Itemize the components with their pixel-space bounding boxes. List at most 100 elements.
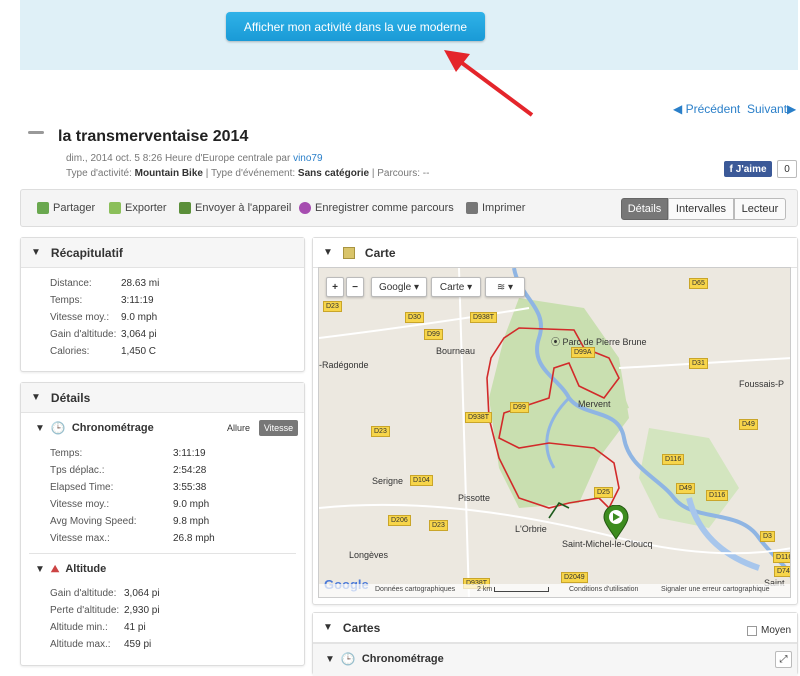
elevation-gain-value: 3,064 pi xyxy=(124,588,160,599)
road-label: D2049 xyxy=(561,572,588,583)
collapse-triangle-icon: ▼ xyxy=(35,563,45,575)
map-header[interactable]: ▼ Carte xyxy=(313,238,797,268)
scale-label: 2 km xyxy=(477,586,493,593)
elevation-loss-value: 2,930 pi xyxy=(124,605,160,616)
moving-time-label: Tps déplac.: xyxy=(50,465,105,476)
course-icon xyxy=(299,202,311,214)
save-course-label: Enregistrer comme parcours xyxy=(315,202,454,214)
average-checkbox[interactable]: Moyen xyxy=(747,625,791,636)
road-label: D116 xyxy=(773,552,790,563)
summary-speed-label: Vitesse moy.: xyxy=(50,312,110,323)
map-icon xyxy=(342,246,355,259)
section-divider xyxy=(29,553,296,554)
summary-calories-label: Calories: xyxy=(50,346,90,357)
elevation-gain-label: Gain d'altitude: xyxy=(50,588,117,599)
road-label: D3 xyxy=(760,531,775,542)
max-altitude-value: 459 pi xyxy=(124,639,152,650)
charts-panel: ▼ Cartes Moyen ▼ 🕒 Chronométrage ⤢ xyxy=(312,612,798,676)
timing-section-header[interactable]: ▼ 🕒 Chronométrage xyxy=(35,421,154,435)
average-label: Moyen xyxy=(761,625,792,636)
timing-chart-title-row: ▼ 🕒 Chronométrage xyxy=(325,652,444,666)
summary-distance-value: 28.63 mi xyxy=(121,278,160,289)
export-button[interactable]: Exporter xyxy=(109,202,167,214)
tab-intervals[interactable]: Intervalles xyxy=(668,198,734,220)
avg-moving-speed-label: Avg Moving Speed: xyxy=(50,516,137,527)
clock-icon: 🕒 xyxy=(340,652,356,666)
charts-title: Cartes xyxy=(342,620,381,635)
summary-time-label: Temps: xyxy=(50,295,83,306)
next-link[interactable]: Suivant▶ xyxy=(747,102,796,116)
min-altitude-value: 41 pi xyxy=(124,622,146,633)
elapsed-time-label: Elapsed Time: xyxy=(50,482,114,493)
max-altitude-label: Altitude max.: xyxy=(50,639,111,650)
road-label: D104 xyxy=(410,475,433,486)
type-value: Mountain Bike xyxy=(134,168,203,179)
route-map[interactable]: + − Google ▾ Carte ▾ ≋ ▾ Bourneau ⦿ Parc… xyxy=(318,267,791,598)
previous-label: Précédent xyxy=(685,102,741,116)
date-line: dim., 2014 oct. 5 8:26 Heure d'Europe ce… xyxy=(66,153,291,164)
next-label: Suivant xyxy=(747,102,788,116)
altitude-section-header[interactable]: ▼ ⛰ Altitude xyxy=(35,563,106,575)
road-label: D99A xyxy=(571,347,595,358)
zoom-in-button[interactable]: + xyxy=(326,277,344,297)
collapse-triangle-icon: ▼ xyxy=(31,392,41,403)
map-type-select[interactable]: Carte ▾ xyxy=(431,277,481,297)
details-header[interactable]: ▼ Détails xyxy=(21,383,304,413)
summary-elevation-label: Gain d'altitude: xyxy=(50,329,117,340)
charts-header[interactable]: ▼ Cartes xyxy=(313,613,797,643)
summary-header[interactable]: ▼ Récapitulatif xyxy=(21,238,304,268)
summary-panel: ▼ Récapitulatif Distance: 28.63 mi Temps:… xyxy=(20,237,305,372)
avg-speed-value: 9.0 mph xyxy=(173,499,210,510)
modern-view-button[interactable]: Afficher mon activité dans la vue modern… xyxy=(226,12,485,41)
tab-details[interactable]: Détails xyxy=(621,198,668,220)
print-label: Imprimer xyxy=(482,202,526,214)
facebook-icon: f xyxy=(729,163,733,175)
activity-toolbar: Partager Exporter Envoyer à l'appareil E… xyxy=(20,189,798,227)
expand-icon[interactable]: ⤢ xyxy=(775,651,792,668)
place-label: Pissotte xyxy=(458,493,491,503)
layers-icon: ≋ xyxy=(496,281,506,293)
map-report-link[interactable]: Signaler une erreur cartographique xyxy=(661,586,770,593)
road-label: D116 xyxy=(706,490,729,501)
activity-icon xyxy=(28,131,44,134)
like-label: J'aime xyxy=(735,163,767,175)
place-label: Foussais-P xyxy=(739,379,785,389)
map-terms-link[interactable]: Conditions d'utilisation xyxy=(569,586,638,593)
author-link[interactable]: vino79 xyxy=(293,153,322,164)
activity-type-line: Type d'activité: Mountain Bike | Type d'… xyxy=(66,168,429,179)
printer-icon xyxy=(466,202,478,214)
like-count: 0 xyxy=(777,160,797,178)
scale-bar xyxy=(494,586,550,592)
type-label: Type d'activité: xyxy=(66,168,132,179)
summary-elevation-value: 3,064 pi xyxy=(121,329,157,340)
road-label: D99 xyxy=(424,329,443,340)
share-button[interactable]: Partager xyxy=(37,202,95,214)
zoom-out-button[interactable]: − xyxy=(346,277,364,297)
collapse-triangle-icon: ▼ xyxy=(31,247,41,258)
provider-label: Google xyxy=(378,281,412,293)
facebook-like-button[interactable]: f J'aime xyxy=(724,161,772,177)
moving-time-value: 2:54:28 xyxy=(173,465,207,476)
avg-speed-label: Vitesse moy.: xyxy=(50,499,110,510)
road-label: D31 xyxy=(689,358,708,369)
send-to-device-button[interactable]: Envoyer à l'appareil xyxy=(179,202,291,214)
activity-title[interactable]: la transmerventaise 2014 xyxy=(58,128,248,146)
details-title: Détails xyxy=(50,390,91,405)
place-label: Serigne xyxy=(372,476,404,486)
print-button[interactable]: Imprimer xyxy=(466,202,525,214)
save-course-button[interactable]: Enregistrer comme parcours xyxy=(299,202,454,214)
start-marker-icon[interactable] xyxy=(602,505,630,541)
timing-chart-title: Chronométrage xyxy=(361,653,444,665)
road-label: D74 xyxy=(774,566,790,577)
activity-date: dim., 2014 oct. 5 8:26 Heure d'Europe ce… xyxy=(66,153,323,164)
pace-toggle[interactable]: Allure xyxy=(227,423,250,433)
previous-link[interactable]: ◀ Précédent xyxy=(673,102,740,116)
road-label: D116 xyxy=(662,454,685,465)
summary-speed-value: 9.0 mph xyxy=(121,312,158,323)
layers-button[interactable]: ≋ ▾ xyxy=(485,277,525,297)
event-value: Sans catégorie xyxy=(297,168,370,179)
map-provider-select[interactable]: Google ▾ xyxy=(371,277,427,297)
time-label: Temps: xyxy=(50,448,83,459)
speed-toggle[interactable]: Vitesse xyxy=(259,420,298,436)
tab-player[interactable]: Lecteur xyxy=(734,198,786,220)
